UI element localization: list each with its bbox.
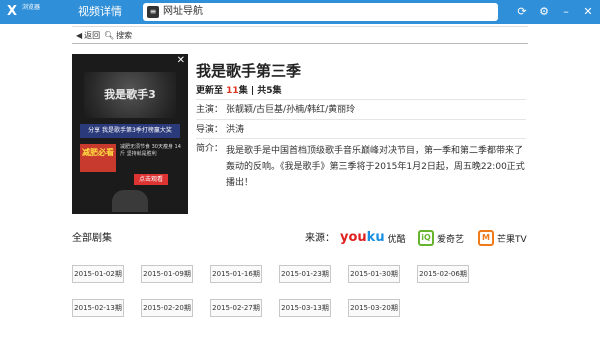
source-iqiyi[interactable]: iQ 爱奇艺 (418, 229, 464, 247)
intro-label: 简介： (196, 144, 224, 154)
cast-value: 张靓颖/古巨基/孙楠/韩红/黄丽玲 (226, 105, 356, 115)
back-label: 返回 (84, 31, 101, 40)
poster-title: 我是歌手3 (84, 72, 176, 118)
episode-button[interactable]: 2015-01-09期 (141, 265, 193, 283)
director-label: 导演： (196, 125, 224, 135)
show-title: 我是歌手第三季 (196, 62, 302, 80)
update-suffix: 集 | 共5集 (238, 86, 282, 96)
browser-logo[interactable]: X (2, 3, 22, 21)
source-mango-label: 芒果TV (497, 234, 527, 245)
update-status: 更新至 11集 | 共5集 (196, 85, 282, 97)
address-bar[interactable]: ≡ 网址导航 (143, 3, 498, 21)
search-icon: 🔍︎ (104, 31, 115, 40)
episode-button[interactable]: 2015-02-13期 (72, 299, 124, 317)
cast-row: 主演： 张靓颖/古巨基/孙楠/韩红/黄丽玲 (196, 104, 355, 116)
refresh-icon[interactable]: ⟳ (516, 4, 528, 20)
iqiyi-logo-icon: iQ (418, 230, 434, 246)
address-text[interactable]: 网址导航 (163, 5, 203, 19)
source-iqiyi-label: 爱奇艺 (437, 234, 465, 245)
episode-button[interactable]: 2015-01-02期 (72, 265, 124, 283)
poster-ad-text: 减肥无须节食 30天瘦身 14斤 坚持就是胜利 (120, 144, 181, 157)
episode-button[interactable]: 2015-01-16期 (210, 265, 262, 283)
poster-banner: 分享 我是歌手第3季打榜赢大奖 (80, 124, 180, 138)
divider (196, 138, 526, 139)
browser-logo-text: 浏览器 (22, 4, 41, 11)
divider (196, 119, 526, 120)
episode-button[interactable]: 2015-01-30期 (348, 265, 400, 283)
page-icon: ≡ (147, 6, 159, 18)
cast-label: 主演： (196, 105, 224, 115)
close-icon[interactable]: ✕ (177, 56, 185, 66)
settings-icon[interactable]: ⚙ (538, 4, 550, 20)
poster-figure-image (112, 190, 148, 212)
episode-button[interactable]: 2015-02-20期 (141, 299, 193, 317)
director-value: 洪涛 (226, 125, 245, 135)
source-youku-label: 优酷 (387, 234, 406, 245)
youku-logo-icon: youku (340, 230, 385, 245)
episode-button[interactable]: 2015-02-27期 (210, 299, 262, 317)
nav-bar: ◀ 返回 🔍︎ 搜索 (72, 26, 528, 44)
source-youku[interactable]: youku 优酷 (340, 229, 406, 247)
mango-logo-icon: M (478, 230, 494, 246)
episode-button[interactable]: 2015-02-06期 (417, 265, 469, 283)
intro-value: 我是歌手是中国首档顶级歌手音乐巅峰对决节目，第一季和第二季都带来了轰动的反响。《… (226, 146, 525, 188)
tab-video-detail[interactable]: 视频详情 (78, 5, 122, 19)
poster-ad-badge: 减肥必看 (80, 144, 116, 172)
search-button[interactable]: 🔍︎ 搜索 (104, 29, 132, 42)
director-row: 导演： 洪涛 (196, 124, 244, 136)
poster-ad-button[interactable]: 点击观看 (134, 174, 168, 185)
source-mango[interactable]: M 芒果TV (478, 229, 527, 247)
divider (196, 99, 526, 100)
search-label: 搜索 (116, 31, 133, 40)
back-button[interactable]: ◀ 返回 (76, 29, 100, 42)
episode-button[interactable]: 2015-03-13期 (279, 299, 331, 317)
update-episode-count: 11 (226, 86, 239, 96)
episode-button[interactable]: 2015-01-23期 (279, 265, 331, 283)
minimize-icon[interactable]: – (560, 4, 572, 20)
close-icon[interactable]: ✕ (582, 4, 594, 20)
browser-toolbar: X 浏览器 视频详情 ≡ 网址导航 ⟳ ⚙ – ✕ (0, 0, 600, 24)
all-episodes-heading: 全部剧集 (72, 233, 112, 244)
show-poster[interactable]: ✕ 我是歌手3 分享 我是歌手第3季打榜赢大奖 减肥必看 减肥无须节食 30天瘦… (72, 54, 188, 214)
source-label: 来源： (305, 233, 335, 244)
update-prefix: 更新至 (196, 86, 224, 96)
back-arrow-icon: ◀ (76, 31, 83, 40)
intro-row: 简介： 我是歌手是中国首档顶级歌手音乐巅峰对决节目，第一季和第二季都带来了轰动的… (196, 143, 526, 188)
episode-button[interactable]: 2015-03-20期 (348, 299, 400, 317)
